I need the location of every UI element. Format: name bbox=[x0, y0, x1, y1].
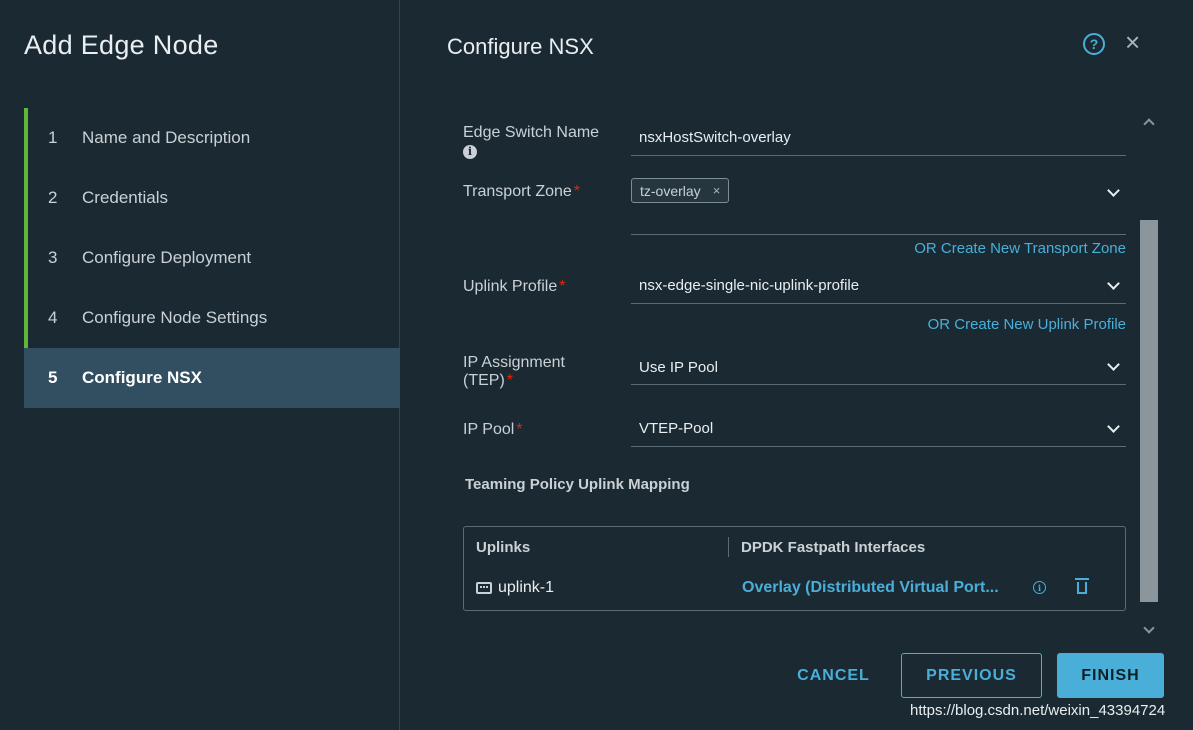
teaming-section-title: Teaming Policy Uplink Mapping bbox=[465, 476, 690, 493]
step-label: Configure NSX bbox=[82, 368, 202, 387]
ip-pool-label: IP Pool * bbox=[463, 421, 523, 439]
watermark: https://blog.csdn.net/weixin_43394724 bbox=[910, 702, 1166, 719]
transport-zone-label-text: Transport Zone bbox=[463, 183, 572, 200]
step-configure-deployment[interactable]: 3 Configure Deployment bbox=[24, 228, 400, 288]
trash-icon-can bbox=[1077, 582, 1087, 594]
uplink-profile-value: nsx-edge-single-nic-uplink-profile bbox=[639, 277, 860, 294]
step-number: 4 bbox=[48, 308, 58, 327]
main-panel: Configure NSX ? × Edge Switch Name i nsx… bbox=[401, 0, 1193, 730]
ip-assignment-value: Use IP Pool bbox=[639, 359, 718, 376]
trash-icon-lid bbox=[1075, 578, 1089, 580]
required-marker: * bbox=[516, 421, 523, 438]
create-transport-zone-link[interactable]: OR Create New Transport Zone bbox=[831, 240, 1126, 257]
step-credentials[interactable]: 2 Credentials bbox=[24, 168, 400, 228]
teaming-datagrid: Uplinks DPDK Fastpath Interfaces uplink-… bbox=[463, 526, 1126, 611]
uplink-profile-select[interactable]: nsx-edge-single-nic-uplink-profile bbox=[631, 270, 1126, 304]
step-label: Configure Node Settings bbox=[82, 308, 268, 327]
uplink-name: uplink-1 bbox=[498, 579, 555, 596]
create-uplink-profile-link[interactable]: OR Create New Uplink Profile bbox=[831, 316, 1126, 333]
info-icon[interactable]: i bbox=[463, 145, 477, 159]
transport-zone-tag-label: tz-overlay bbox=[640, 182, 701, 199]
scroll-down-icon[interactable] bbox=[1143, 622, 1155, 634]
column-header-dpdk: DPDK Fastpath Interfaces bbox=[741, 539, 926, 556]
uplink-cell: uplink-1 bbox=[476, 579, 554, 597]
step-number: 3 bbox=[48, 248, 58, 267]
trash-icon[interactable] bbox=[1075, 578, 1089, 594]
step-number: 1 bbox=[48, 128, 58, 147]
transport-zone-label: Transport Zone * bbox=[463, 183, 580, 201]
info-icon[interactable]: i bbox=[1033, 581, 1046, 594]
scrollbar-thumb[interactable] bbox=[1140, 220, 1158, 602]
required-marker: * bbox=[559, 278, 566, 295]
chevron-down-icon[interactable] bbox=[1107, 420, 1120, 433]
chevron-down-icon[interactable] bbox=[1107, 277, 1120, 290]
chevron-down-icon[interactable] bbox=[1107, 184, 1120, 197]
ip-pool-value: VTEP-Pool bbox=[639, 420, 714, 437]
edge-switch-name-label: Edge Switch Name i bbox=[463, 124, 599, 160]
scroll-up-icon[interactable] bbox=[1143, 118, 1155, 130]
dpdk-interface-select[interactable]: Overlay (Distributed Virtual Port... bbox=[742, 579, 999, 597]
wizard-title: Add Edge Node bbox=[24, 30, 219, 60]
ip-assignment-label-line2: (TEP) bbox=[463, 372, 505, 389]
ip-assignment-label-line1: IP Assignment bbox=[463, 354, 565, 371]
column-divider bbox=[728, 537, 729, 557]
uplink-profile-label: Uplink Profile * bbox=[463, 278, 566, 296]
transport-zone-tag: tz-overlay × bbox=[631, 178, 730, 203]
scrollbar[interactable] bbox=[1140, 112, 1158, 642]
step-number: 5 bbox=[48, 368, 58, 387]
configure-nsx-form: Edge Switch Name i nsxHostSwitch-overlay… bbox=[401, 0, 1193, 730]
step-number: 2 bbox=[48, 188, 58, 207]
step-label: Credentials bbox=[82, 188, 168, 207]
previous-button[interactable]: PREVIOUS bbox=[901, 653, 1042, 698]
required-marker: * bbox=[573, 183, 581, 200]
ip-pool-select[interactable]: VTEP-Pool bbox=[631, 412, 1126, 447]
ip-assignment-label: IP Assignment (TEP) * bbox=[463, 354, 565, 390]
step-label: Configure Deployment bbox=[82, 248, 252, 267]
cancel-button[interactable]: CANCEL bbox=[781, 653, 886, 698]
edge-switch-name-label-text: Edge Switch Name bbox=[463, 124, 600, 141]
finish-button[interactable]: FINISH bbox=[1057, 653, 1164, 698]
tag-remove-icon[interactable]: × bbox=[713, 183, 721, 198]
edge-switch-name-value: nsxHostSwitch-overlay bbox=[639, 129, 791, 146]
step-label: Name and Description bbox=[82, 128, 251, 147]
edge-switch-name-input[interactable]: nsxHostSwitch-overlay bbox=[631, 123, 1126, 156]
wizard-sidebar: Add Edge Node 1 Name and Description 2 C… bbox=[0, 0, 400, 730]
chevron-down-icon[interactable] bbox=[1107, 358, 1120, 371]
ip-pool-label-text: IP Pool bbox=[463, 421, 515, 438]
wizard-steps: 1 Name and Description 2 Credentials 3 C… bbox=[24, 108, 400, 408]
column-header-uplinks: Uplinks bbox=[476, 539, 531, 556]
step-name-and-description[interactable]: 1 Name and Description bbox=[24, 108, 400, 168]
required-marker: * bbox=[506, 372, 514, 389]
step-configure-nsx[interactable]: 5 Configure NSX bbox=[24, 348, 400, 408]
ip-assignment-select[interactable]: Use IP Pool bbox=[631, 351, 1126, 385]
network-port-icon bbox=[476, 581, 492, 594]
transport-zone-select[interactable]: tz-overlay × bbox=[631, 178, 1126, 235]
uplink-profile-label-text: Uplink Profile bbox=[463, 278, 558, 295]
step-configure-node-settings[interactable]: 4 Configure Node Settings bbox=[24, 288, 400, 348]
